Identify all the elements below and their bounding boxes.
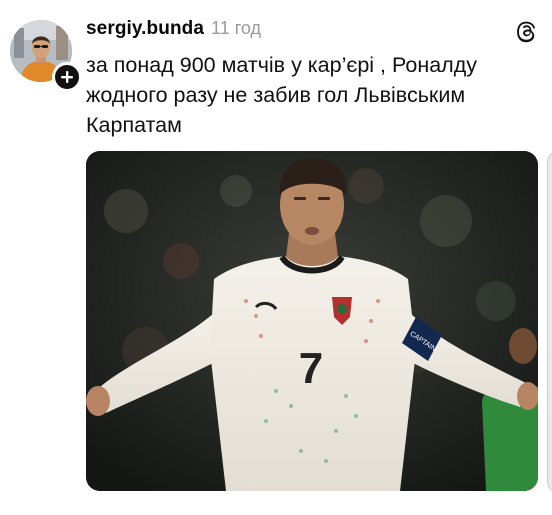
threads-logo-icon[interactable] bbox=[514, 19, 538, 43]
post-body-text: за понад 900 матчів у кар’єрі , Роналду … bbox=[86, 53, 478, 137]
avatar-container[interactable] bbox=[10, 20, 82, 92]
post-timestamp: 11 год bbox=[211, 18, 262, 38]
player-photo: 7 CAPTAIN bbox=[86, 151, 538, 491]
post-header: sergiy.bunda 11 год bbox=[86, 18, 261, 44]
username-link[interactable]: sergiy.bunda bbox=[86, 18, 204, 40]
jersey-number: 7 bbox=[299, 344, 323, 393]
next-image-peek[interactable] bbox=[547, 151, 552, 493]
post-image[interactable]: 7 CAPTAIN bbox=[86, 151, 538, 491]
follow-plus-button[interactable] bbox=[52, 62, 82, 92]
plus-icon bbox=[61, 71, 73, 83]
thread-post: sergiy.bunda 11 год за понад 900 матчів … bbox=[0, 0, 552, 515]
